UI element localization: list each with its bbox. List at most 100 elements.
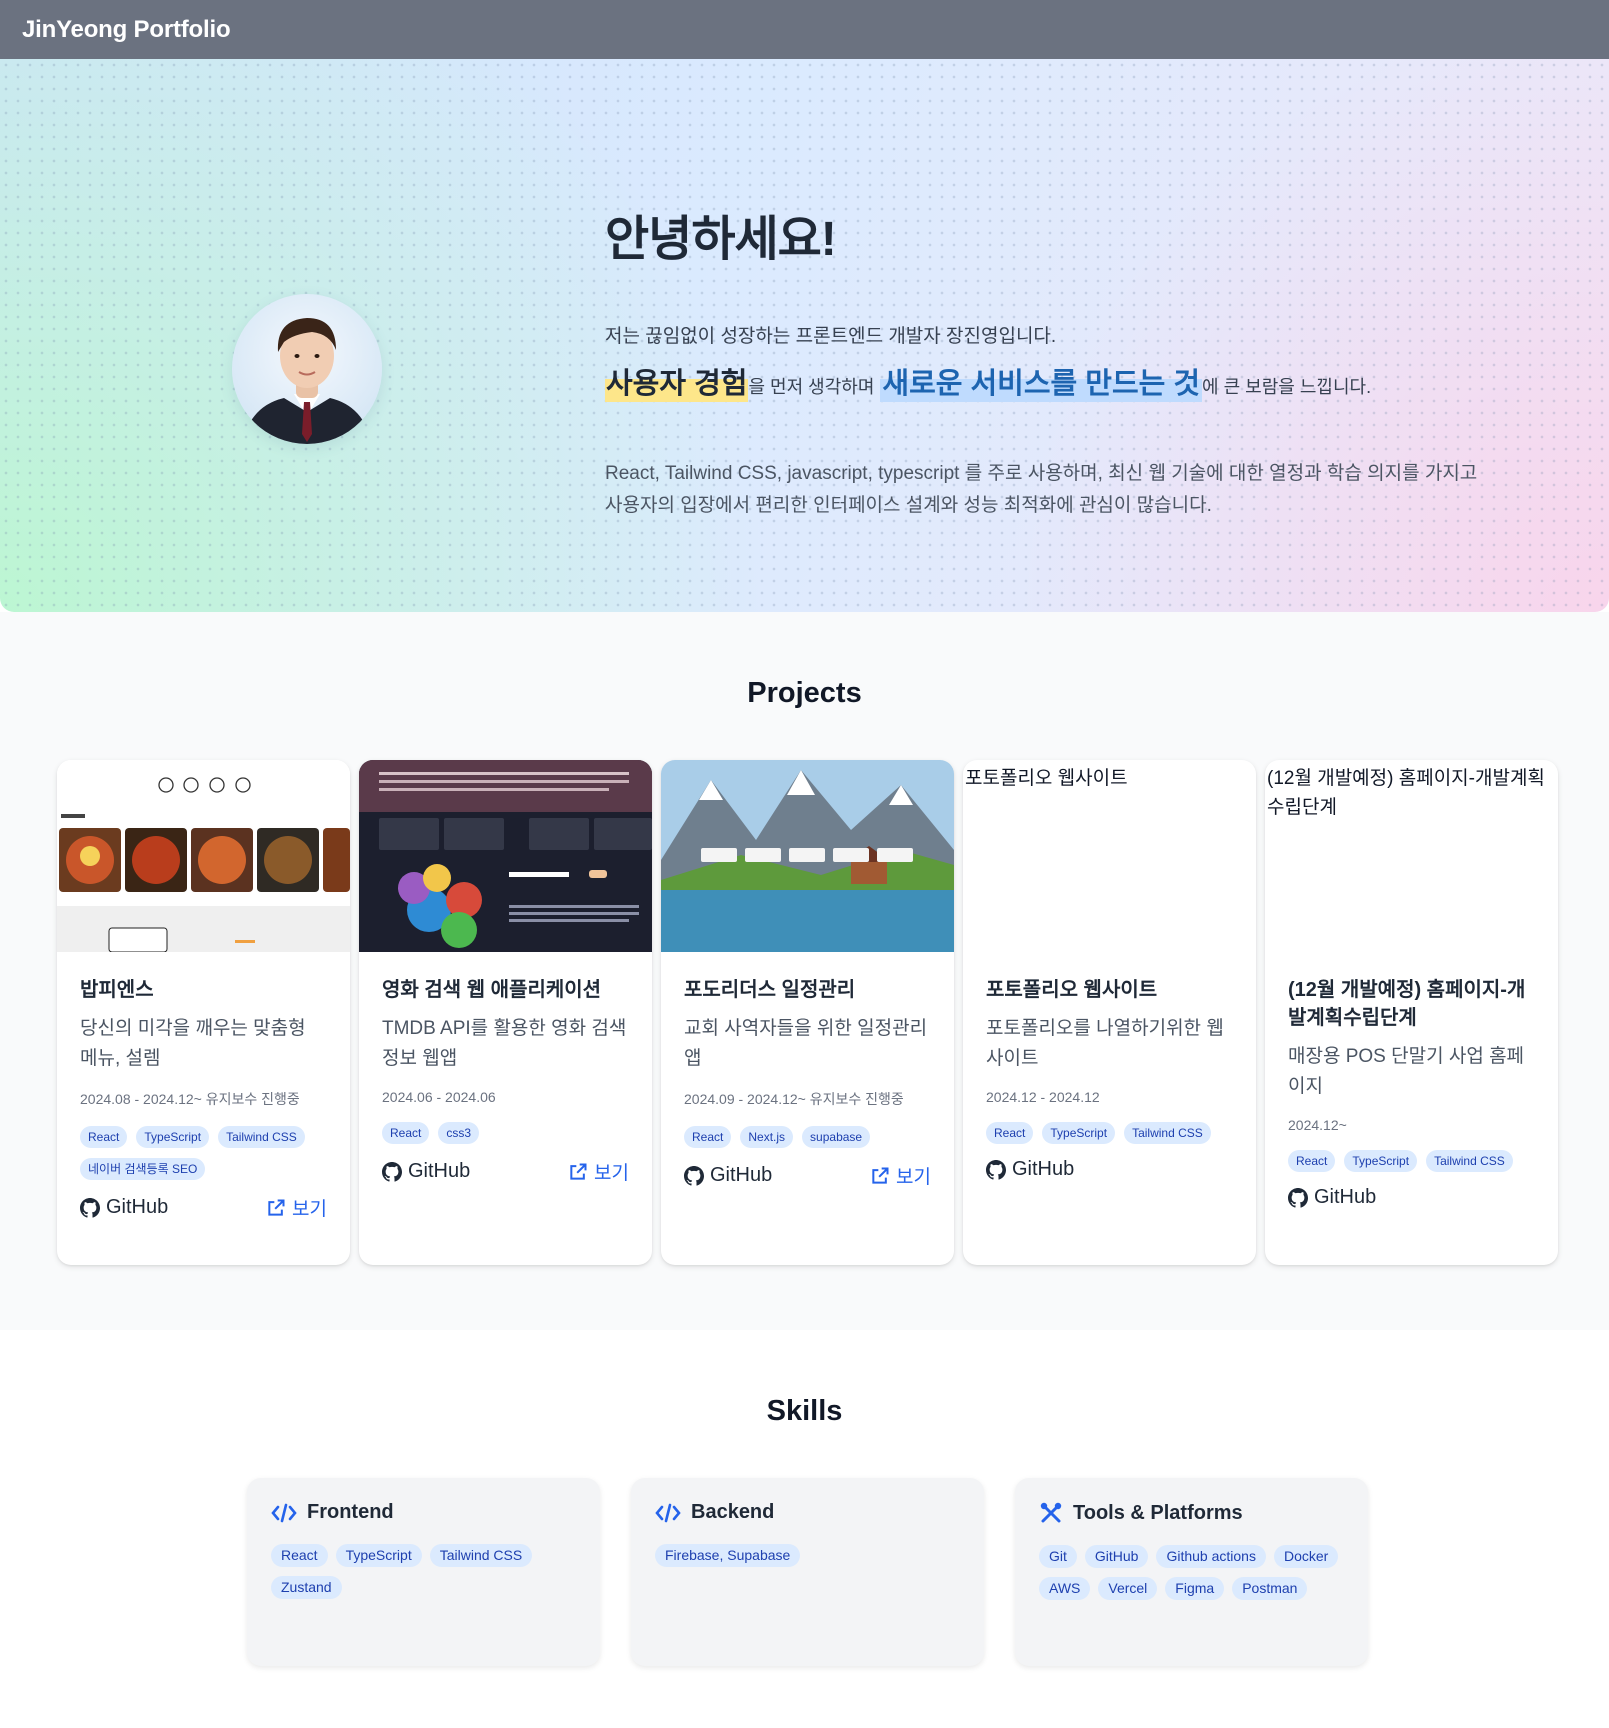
project-thumbnail (661, 760, 954, 952)
skill-tags: Git GitHub Github actions Docker AWS Ver… (1039, 1545, 1344, 1600)
tech-tag: TypeScript (1344, 1150, 1418, 1172)
tech-tag: TypeScript (136, 1126, 210, 1148)
github-link[interactable]: GitHub (684, 1164, 772, 1187)
profile-photo-icon (242, 318, 372, 444)
project-description: 포토폴리오를 나열하기위한 웹사이트 (986, 1018, 1224, 1069)
highlight-new-service: 새로운 서비스를 만드는 것 (880, 360, 1203, 402)
github-link[interactable]: GitHub (986, 1158, 1074, 1181)
project-thumbnail-alt-text: 포토폴리오 웹사이트 (965, 768, 1128, 789)
tech-tag: TypeScript (1042, 1122, 1116, 1144)
skill-tag: TypeScript (335, 1544, 422, 1567)
tech-tag: Tailwind CSS (1426, 1150, 1513, 1172)
hero-intro-line: 저는 끊임없이 성장하는 프론트엔드 개발자 장진영입니다. (605, 326, 1057, 347)
skill-tag: Docker (1273, 1545, 1339, 1568)
github-icon (1288, 1187, 1308, 1208)
project-description: 매장용 POS 단말기 사업 홈페이지 (1288, 1046, 1525, 1097)
tech-tag: React (80, 1126, 128, 1148)
code-icon (271, 1503, 297, 1522)
landscape-app-screenshot (661, 760, 954, 952)
tech-tag: React (986, 1122, 1034, 1144)
skill-tag: Figma (1165, 1577, 1225, 1600)
hero-description: React, Tailwind CSS, javascript, typescr… (605, 458, 1505, 522)
github-icon (986, 1159, 1006, 1180)
github-label: GitHub (1314, 1186, 1377, 1208)
skill-group-backend: Backend Firebase, Supabase (631, 1478, 984, 1666)
github-link[interactable]: GitHub (382, 1160, 470, 1183)
project-card-babpiens[interactable]: 밥피엔스 당신의 미각을 깨우는 맞춤형 메뉴, 설렘 2024.08 - 20… (57, 760, 350, 1265)
view-label: 보기 (594, 1163, 629, 1184)
project-date: 2024.08 - 2024.12~ 유지보수 진행중 (80, 1091, 300, 1107)
tech-tag: Next.js (740, 1126, 794, 1148)
github-label: GitHub (1012, 1158, 1075, 1180)
project-description: 교회 사역자들을 위한 일정관리 앱 (684, 1018, 928, 1069)
project-date: 2024.06 - 2024.06 (382, 1089, 496, 1105)
project-thumbnail (359, 760, 652, 952)
project-tags: React TypeScript Tailwind CSS (986, 1122, 1233, 1144)
project-links: GitHub (986, 1158, 1233, 1181)
skill-tag: React (271, 1544, 328, 1567)
tech-tag: React (382, 1122, 430, 1144)
skill-group-name: Frontend (307, 1501, 394, 1523)
movie-app-screenshot (359, 760, 652, 952)
project-date: 2024.09 - 2024.12~ 유지보수 진행중 (684, 1091, 904, 1107)
project-card-podoreaders[interactable]: 포도리더스 일정관리 교회 사역자들을 위한 일정관리 앱 2024.09 - … (661, 760, 954, 1265)
hero-section: 안녕하세요! 저는 끊임없이 성장하는 프론트엔드 개발자 장진영입니다. 사용… (0, 59, 1609, 612)
github-label: GitHub (710, 1164, 773, 1186)
skill-tags: React TypeScript Tailwind CSS Zustand (271, 1544, 576, 1599)
github-link[interactable]: GitHub (80, 1196, 168, 1219)
hero-connector-text: 을 먼저 생각하며 (748, 377, 875, 397)
view-link[interactable]: 보기 (568, 1158, 629, 1185)
external-link-icon (872, 1167, 889, 1184)
highlight-user-experience: 사용자 경험 (605, 360, 749, 402)
skill-tag: Git (1039, 1545, 1077, 1568)
skill-group-header: Tools & Platforms (1039, 1501, 1344, 1525)
view-label: 보기 (292, 1199, 327, 1220)
view-link[interactable]: 보기 (870, 1162, 931, 1189)
skills-section: Skills Frontend React TypeScript Tailwin… (0, 1330, 1609, 1728)
github-link[interactable]: GitHub (1288, 1186, 1376, 1209)
profile-avatar (232, 294, 382, 444)
skill-tag: Zustand (271, 1576, 342, 1599)
external-link-icon (268, 1199, 285, 1216)
project-card-portfolio[interactable]: 포토폴리오 웹사이트 포토폴리오 웹사이트 포토폴리오를 나열하기위한 웹사이트… (963, 760, 1256, 1265)
project-thumbnail-alt-text: (12월 개발예정) 홈페이지-개발계획수립단계 (1267, 768, 1545, 818)
project-links: GitHub 보기 (684, 1162, 931, 1189)
project-thumbnail (57, 760, 350, 952)
tech-tag: Tailwind CSS (218, 1126, 305, 1148)
project-card-pos-homepage[interactable]: (12월 개발예정) 홈페이지-개발계획수립단계 (12월 개발예정) 홈페이지… (1265, 760, 1558, 1265)
hero-suffix-text: 에 큰 보람을 느낍니다. (1202, 377, 1372, 397)
skill-tags: Firebase, Supabase (655, 1544, 960, 1567)
project-tags: React Next.js supabase (684, 1126, 931, 1148)
view-label: 보기 (896, 1167, 931, 1188)
github-label: GitHub (106, 1196, 169, 1218)
hero-desc-line-2: 사용자의 입장에서 편리한 인터페이스 설계와 성능 최적화에 관심이 많습니다… (605, 495, 1212, 516)
skill-tag: AWS (1039, 1577, 1091, 1600)
project-title: (12월 개발예정) 홈페이지-개발계획수립단계 (1288, 979, 1526, 1029)
project-title: 영화 검색 웹 애플리케이션 (382, 979, 602, 1001)
skill-tag: GitHub (1084, 1545, 1149, 1568)
skill-tag: Firebase, Supabase (655, 1544, 801, 1567)
project-links: GitHub 보기 (80, 1194, 327, 1221)
github-icon (382, 1161, 402, 1182)
tech-tag: 네이버 검색등록 SEO (80, 1158, 206, 1180)
tech-tag: React (1288, 1150, 1336, 1172)
tech-tag: css3 (438, 1122, 480, 1144)
project-links: GitHub 보기 (382, 1158, 629, 1185)
project-date: 2024.12 - 2024.12 (986, 1089, 1100, 1105)
project-date: 2024.12~ (1288, 1117, 1347, 1133)
skill-group-frontend: Frontend React TypeScript Tailwind CSS Z… (247, 1478, 600, 1666)
skill-group-header: Frontend (271, 1501, 576, 1524)
tech-tag: Tailwind CSS (1124, 1122, 1211, 1144)
external-link-icon (570, 1163, 587, 1180)
skill-tag: Github actions (1156, 1545, 1266, 1568)
hero-title: 안녕하세요! (605, 213, 837, 266)
project-card-movie-search[interactable]: 영화 검색 웹 애플리케이션 TMDB API를 활용한 영화 검색 정보 웹앱… (359, 760, 652, 1265)
project-tags: React TypeScript Tailwind CSS (1288, 1150, 1535, 1172)
project-title: 밥피엔스 (80, 979, 154, 1001)
project-description: 당신의 미각을 깨우는 맞춤형 메뉴, 설렘 (80, 1018, 306, 1069)
project-links: GitHub (1288, 1186, 1535, 1209)
food-app-screenshot (57, 760, 350, 952)
view-link[interactable]: 보기 (266, 1194, 327, 1221)
brand-logo[interactable]: JinYeong Portfolio (22, 16, 231, 44)
skill-tag: Tailwind CSS (429, 1544, 533, 1567)
